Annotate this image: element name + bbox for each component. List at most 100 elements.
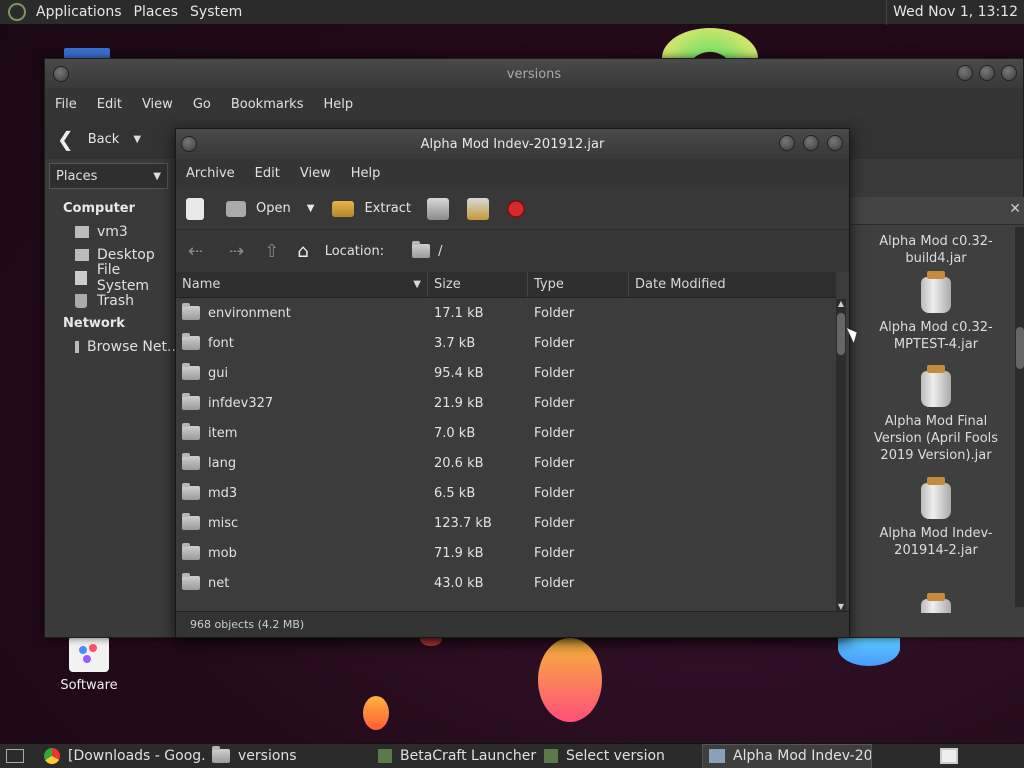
maximize-button[interactable]: [979, 65, 995, 81]
row-size: 43.0 kB: [434, 575, 484, 591]
table-row[interactable]: gui 95.4 kB Folder: [176, 358, 836, 388]
menu-applications[interactable]: Applications: [30, 4, 128, 20]
archive-titlebar[interactable]: Alpha Mod Indev-201912.jar: [176, 129, 849, 159]
menu-places[interactable]: Places: [128, 4, 185, 20]
task-label: Alpha Mod Indev-20...: [733, 748, 872, 764]
workspace-switcher-icon[interactable]: [940, 748, 958, 764]
folder-icon: [182, 363, 200, 380]
column-name[interactable]: Name ▼: [176, 272, 428, 297]
table-row[interactable]: font 3.7 kB Folder: [176, 328, 836, 358]
versions-menubar: File Edit View Go Bookmarks Help: [45, 89, 1023, 119]
folder-icon: [182, 543, 200, 560]
window-menu-button[interactable]: [181, 136, 197, 152]
extract-button[interactable]: Extract: [332, 200, 411, 217]
file-label: Alpha Mod Final Version (April Fools 201…: [873, 414, 999, 463]
row-name-text: mob: [208, 545, 237, 561]
up-arrow-icon[interactable]: ⇧: [264, 241, 279, 262]
task-select-version[interactable]: Select version: [538, 744, 702, 768]
home-icon[interactable]: ⌂: [297, 241, 308, 262]
folder-icon: [182, 513, 200, 530]
file-item[interactable]: Alpha Mod Final Version (April Fools 201…: [861, 365, 1011, 464]
forward-arrow-icon[interactable]: ⇢: [229, 241, 244, 262]
table-row[interactable]: environment 17.1 kB Folder: [176, 298, 836, 328]
minimize-button[interactable]: [957, 65, 973, 81]
menu-system[interactable]: System: [184, 4, 248, 20]
table-row[interactable]: lang 20.6 kB Folder: [176, 448, 836, 478]
maximize-button[interactable]: [803, 135, 819, 151]
add-files-button[interactable]: [427, 197, 449, 220]
clock[interactable]: Wed Nov 1, 13:12: [886, 0, 1024, 25]
back-arrow-icon[interactable]: ⇠: [188, 241, 203, 262]
menu-edit[interactable]: Edit: [87, 97, 132, 112]
table-row[interactable]: net 43.0 kB Folder: [176, 568, 836, 598]
back-arrow-icon[interactable]: ❮: [57, 127, 74, 151]
sidebar-item-browse-network[interactable]: Browse Net...: [45, 335, 180, 358]
add-folder-button[interactable]: [467, 197, 489, 220]
menu-file[interactable]: File: [45, 97, 87, 112]
archive-menubar: Archive Edit View Help: [176, 159, 849, 188]
location-path[interactable]: /: [438, 244, 442, 259]
column-type[interactable]: Type: [528, 272, 629, 297]
folder-icon: [182, 303, 200, 320]
menu-edit[interactable]: Edit: [245, 166, 290, 181]
table-row[interactable]: md3 6.5 kB Folder: [176, 478, 836, 508]
window-menu-button[interactable]: [53, 66, 69, 82]
file-label: Alpha Mod Indev-201914-2.jar: [879, 526, 993, 558]
menu-bookmarks[interactable]: Bookmarks: [221, 97, 314, 112]
task-label: Select version: [566, 748, 665, 764]
task-archive-manager[interactable]: Alpha Mod Indev-20...: [702, 743, 872, 768]
extract-icon: [332, 200, 355, 217]
table-row[interactable]: misc 123.7 kB Folder: [176, 508, 836, 538]
file-list-scrollbar[interactable]: ▲ ▼: [836, 299, 846, 611]
menu-view[interactable]: View: [290, 166, 341, 181]
table-row[interactable]: infdev327 21.9 kB Folder: [176, 388, 836, 418]
menu-go[interactable]: Go: [183, 97, 221, 112]
row-type: Folder: [534, 575, 575, 591]
new-archive-button[interactable]: [186, 197, 204, 220]
versions-titlebar[interactable]: versions: [45, 59, 1023, 89]
close-pane-icon[interactable]: ✕: [1009, 201, 1021, 217]
task-versions[interactable]: versions: [206, 744, 372, 768]
places-selector[interactable]: Places ▼: [49, 163, 168, 189]
file-item[interactable]: Alpha Mod c0.32-MPTEST-4.jar: [861, 271, 1011, 353]
scroll-up-icon[interactable]: ▲: [836, 299, 846, 308]
open-label: Open: [256, 201, 291, 216]
table-row[interactable]: item 7.0 kB Folder: [176, 418, 836, 448]
archive-title: Alpha Mod Indev-201912.jar: [420, 136, 605, 152]
minimize-button[interactable]: [779, 135, 795, 151]
open-button[interactable]: Open: [226, 200, 291, 217]
task-downloads-google[interactable]: [Downloads - Goog...: [38, 744, 206, 768]
table-row[interactable]: mob 71.9 kB Folder: [176, 538, 836, 568]
close-button[interactable]: [1001, 65, 1017, 81]
sidebar-item-file-system[interactable]: File System: [45, 262, 176, 294]
row-type: Folder: [534, 515, 575, 531]
file-item[interactable]: Alpha Mod Indev-201914-2.jar: [861, 477, 1011, 559]
column-size[interactable]: Size: [428, 272, 528, 297]
software-launcher[interactable]: Software: [54, 636, 124, 693]
row-name: font: [176, 333, 428, 351]
menu-view[interactable]: View: [132, 97, 183, 112]
task-label: versions: [238, 748, 297, 764]
column-date-modified[interactable]: Date Modified: [629, 272, 836, 297]
jar-file-icon-partial[interactable]: [921, 593, 951, 613]
row-name-text: net: [208, 575, 230, 591]
mate-logo-icon[interactable]: [8, 3, 26, 21]
back-dropdown-icon[interactable]: ▼: [133, 134, 141, 145]
menu-help[interactable]: Help: [341, 166, 391, 181]
menu-help[interactable]: Help: [313, 97, 363, 112]
menu-archive[interactable]: Archive: [176, 166, 245, 181]
back-button[interactable]: Back: [88, 132, 120, 147]
scrollbar-thumb[interactable]: [1016, 327, 1024, 369]
desktop-folder-icon: [75, 248, 89, 261]
close-button[interactable]: [827, 135, 843, 151]
file-item[interactable]: Alpha Mod c0.32-build4.jar: [861, 233, 1011, 267]
open-dropdown-icon[interactable]: ▼: [307, 203, 315, 214]
stop-button[interactable]: [507, 199, 525, 218]
extract-label: Extract: [364, 201, 411, 216]
scroll-down-icon[interactable]: ▼: [836, 602, 846, 611]
scrollbar-thumb[interactable]: [837, 313, 845, 355]
sidebar-item-vm3[interactable]: vm3: [45, 220, 176, 243]
show-desktop-icon[interactable]: [6, 749, 24, 763]
icon-view-scrollbar[interactable]: [1015, 227, 1024, 607]
task-betacraft-launcher[interactable]: BetaCraft Launcher ...: [372, 744, 538, 768]
